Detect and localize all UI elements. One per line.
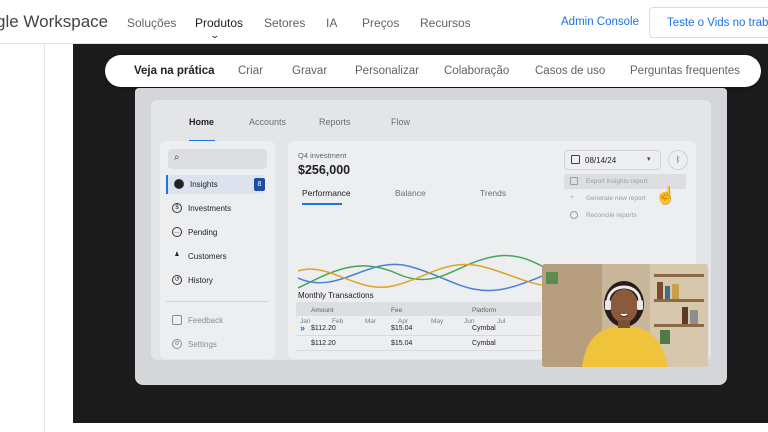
table-cell: $15.04 [391, 325, 413, 332]
google-workspace-logo[interactable]: gle Workspace [0, 12, 108, 32]
sidebar-item-label: Insights [190, 180, 218, 189]
dropdown-arrow-icon: ▾ [647, 156, 651, 163]
table-header: Amount Fee Platform [296, 302, 541, 316]
left-divider [44, 44, 45, 432]
table-row[interactable]: $112.20 $15.04 Cymbal [296, 337, 541, 351]
nav-produtos[interactable]: Produtos [195, 16, 243, 30]
sidebar-item-label: Settings [188, 340, 217, 349]
table-title: Monthly Transactions [298, 291, 374, 300]
menu-item-label: Export insights report [586, 178, 648, 185]
sidebar-item-investments[interactable]: $ Investments [166, 199, 263, 218]
tab-colaboracao[interactable]: Colaboração [444, 65, 509, 77]
pending-icon: … [172, 227, 182, 237]
video-call-thumbnail [542, 264, 708, 367]
table-cell: Cymbal [472, 340, 496, 347]
dollar-icon: $ [172, 203, 182, 213]
sidebar-item-label: Customers [188, 252, 227, 261]
date-value: 08/14/24 [585, 156, 617, 165]
active-subtab-indicator [302, 203, 342, 205]
tab-gravar[interactable]: Gravar [292, 65, 327, 77]
feedback-icon [172, 315, 182, 325]
column-header: Amount [311, 307, 334, 314]
app-sidebar: ⌕ Insights 8 $ Investments … Pending ♟ C… [160, 141, 275, 359]
sidebar-item-history[interactable]: ↺ History [166, 271, 263, 290]
bluetooth-icon[interactable]: ᛒ [668, 150, 688, 170]
hand-cursor-icon: ☝ [655, 186, 677, 205]
sidebar-item-label: Feedback [188, 316, 224, 325]
person-icon: ♟ [174, 252, 180, 258]
try-vids-button[interactable]: Teste o Vids no trabal [649, 7, 768, 38]
nav-ia[interactable]: IA [326, 16, 337, 30]
monthly-transactions-table: Monthly Transactions Amount Fee Platform… [288, 286, 541, 351]
nav-precos[interactable]: Preços [362, 16, 399, 30]
sidebar-divider [166, 301, 269, 302]
sidebar-search-input[interactable]: ⌕ [168, 149, 267, 169]
search-icon: ⌕ [174, 152, 180, 163]
investment-value: $256,000 [298, 163, 351, 177]
calendar-icon [571, 155, 580, 164]
tab-criar[interactable]: Criar [238, 65, 263, 77]
tab-casos-de-uso[interactable]: Casos de uso [535, 65, 605, 77]
investment-label: Q4 investment [298, 151, 347, 160]
subtab-performance[interactable]: Performance [302, 188, 351, 198]
export-icon [570, 177, 578, 185]
double-chevron-icon: » [300, 323, 306, 333]
menu-item-label: Generate new report [586, 195, 646, 202]
tab-perguntas-frequentes[interactable]: Perguntas frequentes [630, 65, 740, 77]
sidebar-item-label: Pending [188, 228, 218, 237]
table-cell: Cymbal [472, 325, 496, 332]
plus-icon: + [570, 194, 574, 201]
app-tab-flow[interactable]: Flow [391, 117, 410, 127]
tab-veja-na-pratica[interactable]: Veja na prática [134, 65, 215, 77]
app-tab-home[interactable]: Home [189, 117, 214, 127]
column-header: Platform [472, 307, 497, 314]
chevron-down-icon: ⌄ [209, 30, 221, 40]
nav-setores[interactable]: Setores [264, 16, 305, 30]
insights-count-badge: 8 [254, 178, 265, 191]
subtab-balance[interactable]: Balance [395, 188, 426, 198]
nav-recursos[interactable]: Recursos [420, 16, 471, 30]
column-header: Fee [391, 307, 403, 314]
sidebar-item-insights[interactable]: Insights 8 [166, 175, 265, 194]
nav-solucoes[interactable]: Soluções [127, 16, 176, 30]
table-cell: $112.20 [311, 340, 336, 347]
app-tab-reports[interactable]: Reports [319, 117, 351, 127]
history-icon: ↺ [172, 275, 182, 285]
app-tab-accounts[interactable]: Accounts [249, 117, 286, 127]
subtab-trends[interactable]: Trends [480, 188, 506, 198]
sidebar-item-pending[interactable]: … Pending [166, 223, 263, 242]
sidebar-item-label: Investments [188, 204, 232, 213]
sidebar-item-feedback[interactable]: Feedback [166, 311, 263, 330]
feature-tab-bar: Veja na prática Criar Gravar Personaliza… [105, 55, 761, 87]
sidebar-item-settings[interactable]: ⚙ Settings [166, 335, 263, 354]
date-picker[interactable]: 08/14/24 ▾ [564, 150, 661, 170]
tab-personalizar[interactable]: Personalizar [355, 65, 419, 77]
top-navigation: gle Workspace Soluções Produtos ⌄ Setore… [0, 0, 768, 44]
pie-chart-icon [174, 179, 184, 189]
sidebar-item-label: History [188, 276, 213, 285]
sidebar-item-customers[interactable]: ♟ Customers [166, 247, 263, 266]
table-cell: $15.04 [391, 340, 413, 347]
table-cell: $112.20 [311, 325, 336, 332]
table-row[interactable]: » $112.20 $15.04 Cymbal [296, 322, 541, 336]
gear-icon: ⚙ [172, 339, 182, 349]
admin-console-link[interactable]: Admin Console [561, 16, 639, 28]
